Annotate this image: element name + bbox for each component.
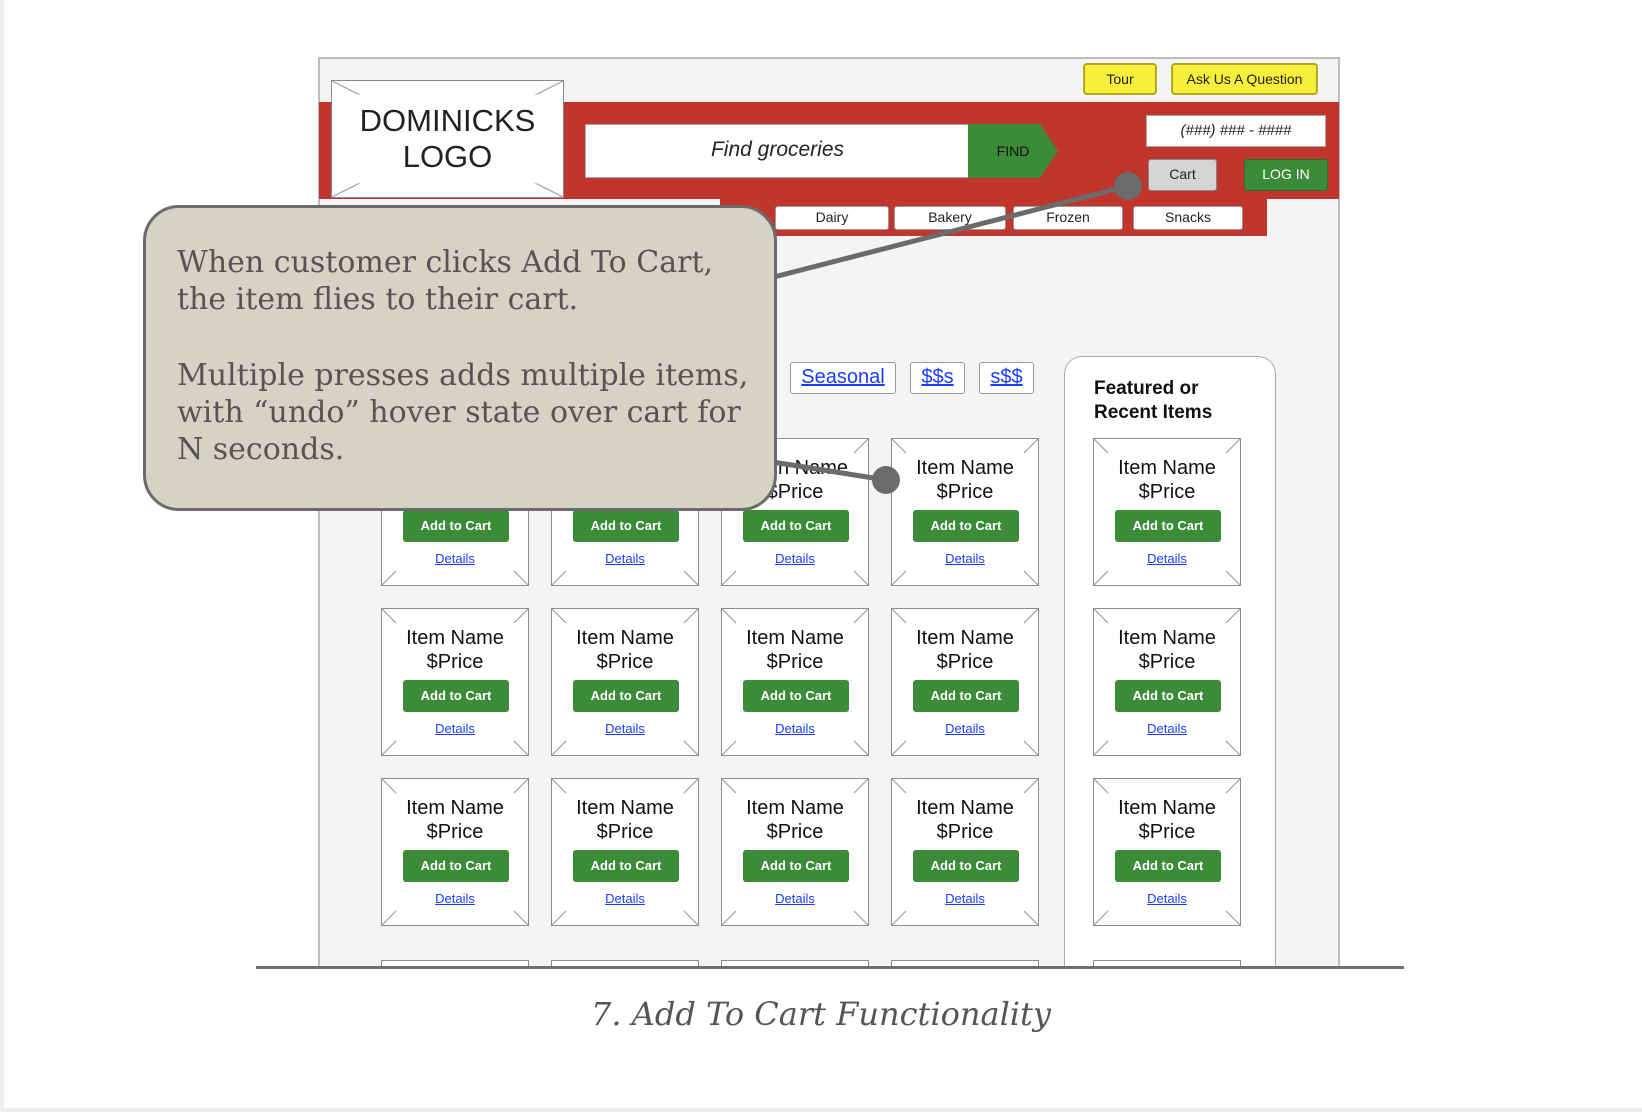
add-to-cart-button[interactable]: Add to Cart (913, 850, 1019, 882)
add-to-cart-button[interactable]: Add to Cart (403, 850, 509, 882)
item-name: Item Name (746, 627, 844, 649)
category-dairy[interactable]: Dairy (775, 206, 889, 230)
item-name: Item Name (916, 457, 1014, 479)
details-link[interactable]: Details (1094, 721, 1240, 736)
product-card: Item Name $Price Add to Cart Details (721, 608, 869, 756)
callout-paragraph-1: When customer clicks Add To Cart, the it… (177, 245, 714, 317)
add-to-cart-button[interactable]: Add to Cart (403, 680, 509, 712)
item-name: Item Name (576, 627, 674, 649)
featured-item-card: Item Name $Price Add to Cart Details (1093, 608, 1241, 756)
product-card: Item Name $Price Add to Cart Details (891, 778, 1039, 926)
add-to-cart-button[interactable]: Add to Cart (1115, 680, 1221, 712)
find-label: FIND (996, 143, 1030, 159)
add-to-cart-button[interactable]: Add to Cart (403, 510, 509, 542)
featured-item-card: Item Name $Price Add to Cart Details (1093, 778, 1241, 926)
details-link[interactable]: Details (382, 891, 528, 906)
ask-question-button[interactable]: Ask Us A Question (1171, 63, 1318, 95)
details-link[interactable]: Details (892, 551, 1038, 566)
logo-text: DOMINICKS LOGO (332, 103, 563, 175)
item-price: $Price (426, 821, 484, 843)
annotation-callout: When customer clicks Add To Cart, the it… (143, 205, 777, 511)
details-link[interactable]: Details (722, 721, 868, 736)
product-card: Item Name $Price Add to Cart Details (381, 608, 529, 756)
category-frozen[interactable]: Frozen (1013, 206, 1123, 230)
logo-line-2: LOGO (402, 139, 493, 174)
product-card: Item Name $Price Add to Cart Details (551, 608, 699, 756)
details-link[interactable]: Details (552, 721, 698, 736)
search-input[interactable]: Find groceries (585, 124, 970, 178)
details-link[interactable]: Details (382, 551, 528, 566)
sidebar-title-line-2: Recent Items (1094, 402, 1213, 423)
item-price: $Price (1138, 651, 1196, 673)
filter-price-high[interactable]: s$$ (979, 362, 1034, 394)
logo-placeholder: DOMINICKS LOGO (331, 80, 564, 198)
find-button[interactable]: FIND (968, 124, 1058, 178)
item-name: Item Name (406, 627, 504, 649)
item-price: $Price (1138, 481, 1196, 503)
item-name: Item Name (746, 797, 844, 819)
details-link[interactable]: Details (892, 891, 1038, 906)
product-card: Item Name $Price Add to Cart Details (891, 608, 1039, 756)
item-price: $Price (1138, 821, 1196, 843)
add-to-cart-button[interactable]: Add to Cart (1115, 850, 1221, 882)
item-name: Item Name (406, 797, 504, 819)
item-price: $Price (596, 821, 654, 843)
details-link[interactable]: Details (382, 721, 528, 736)
add-to-cart-button[interactable]: Add to Cart (743, 510, 849, 542)
product-card: Item Name $Price Add to Cart Details (381, 778, 529, 926)
filter-price-low[interactable]: $$s (910, 362, 965, 394)
item-name: Item Name (916, 797, 1014, 819)
cart-button[interactable]: Cart (1148, 159, 1217, 191)
add-to-cart-button[interactable]: Add to Cart (573, 510, 679, 542)
sidebar-title-line-1: Featured or (1094, 378, 1199, 399)
featured-item-card: Item Name $Price Add to Cart Details (1093, 438, 1241, 586)
divider-line (256, 966, 1404, 969)
figure-caption: 7. Add To Cart Functionality (591, 995, 1051, 1033)
item-price: $Price (766, 651, 824, 673)
item-name: Item Name (1118, 627, 1216, 649)
item-price: $Price (426, 651, 484, 673)
details-link[interactable]: Details (722, 551, 868, 566)
details-link[interactable]: Details (552, 891, 698, 906)
login-button[interactable]: LOG IN (1244, 159, 1328, 191)
details-link[interactable]: Details (722, 891, 868, 906)
details-link[interactable]: Details (892, 721, 1038, 736)
item-price: $Price (936, 481, 994, 503)
details-link[interactable]: Details (552, 551, 698, 566)
sidebar-title: Featured or Recent Items (1094, 377, 1212, 425)
item-price: $Price (596, 651, 654, 673)
product-card: Item Name $Price Add to Cart Details (891, 438, 1039, 586)
product-card: Item Name $Price Add to Cart Details (551, 778, 699, 926)
item-name: Item Name (576, 797, 674, 819)
details-link[interactable]: Details (1094, 891, 1240, 906)
callout-paragraph-2: Multiple presses adds multiple items, wi… (177, 358, 749, 467)
product-card: Item Name $Price Add to Cart Details (721, 778, 869, 926)
item-price: $Price (766, 821, 824, 843)
item-name: Item Name (1118, 797, 1216, 819)
add-to-cart-button[interactable]: Add to Cart (1115, 510, 1221, 542)
add-to-cart-button[interactable]: Add to Cart (743, 850, 849, 882)
phone-number: (###) ### - #### (1146, 115, 1326, 147)
filter-seasonal[interactable]: Seasonal (790, 362, 896, 394)
details-link[interactable]: Details (1094, 551, 1240, 566)
add-to-cart-button[interactable]: Add to Cart (573, 680, 679, 712)
tour-button[interactable]: Tour (1083, 63, 1157, 95)
logo-line-1: DOMINICKS (359, 103, 536, 138)
add-to-cart-button[interactable]: Add to Cart (743, 680, 849, 712)
category-snacks[interactable]: Snacks (1133, 206, 1243, 230)
item-name: Item Name (916, 627, 1014, 649)
add-to-cart-button[interactable]: Add to Cart (913, 680, 1019, 712)
item-name: Item Name (1118, 457, 1216, 479)
item-price: $Price (936, 821, 994, 843)
add-to-cart-button[interactable]: Add to Cart (573, 850, 679, 882)
category-bakery[interactable]: Bakery (894, 206, 1006, 230)
item-price: $Price (936, 651, 994, 673)
add-to-cart-button[interactable]: Add to Cart (913, 510, 1019, 542)
